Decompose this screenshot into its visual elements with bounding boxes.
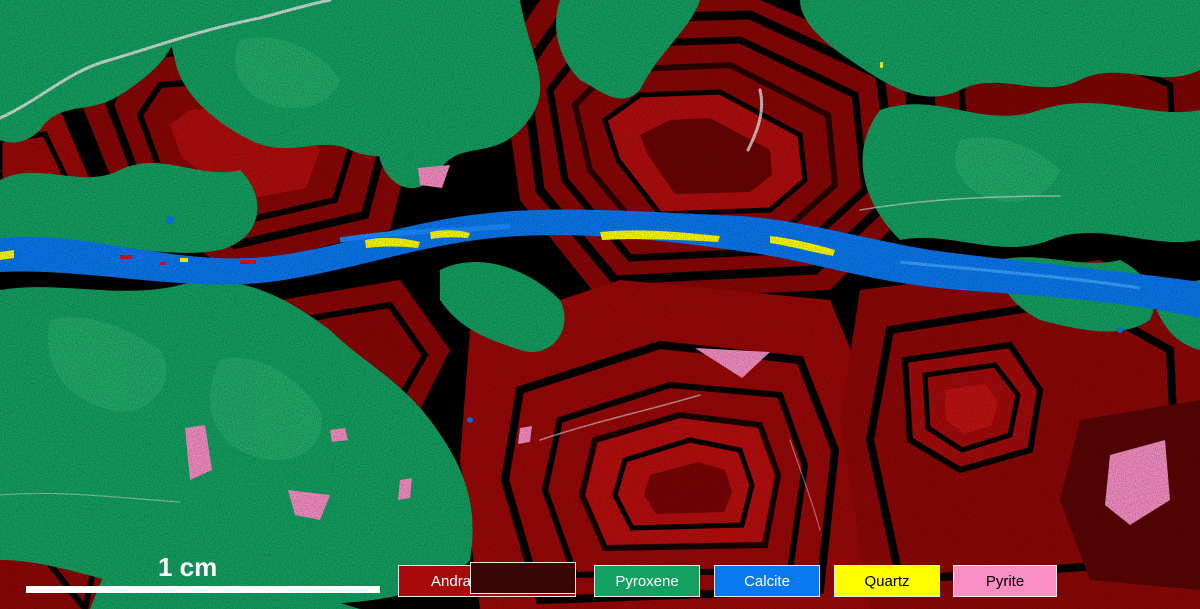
legend-calcite: Calcite (714, 565, 820, 597)
legend-quartz-label: Quartz (864, 572, 910, 590)
scale-bar (26, 586, 380, 593)
grain-texture (0, 0, 1200, 609)
legend-calcite-label: Calcite (744, 572, 790, 590)
scale-bar-label: 1 cm (158, 552, 218, 582)
legend-andradite-dark-swatch (470, 562, 576, 594)
legend-pyrite: Pyrite (953, 565, 1057, 597)
legend-pyrite-label: Pyrite (985, 572, 1025, 590)
legend-pyroxene-label: Pyroxene (615, 572, 679, 590)
legend-pyroxene: Pyroxene (594, 565, 700, 597)
legend-quartz: Quartz (834, 565, 940, 597)
mineral-phase-map (0, 0, 1200, 609)
mineral-map-figure: 1 cm Andradite Pyroxene Calcite Quartz P… (0, 0, 1200, 609)
